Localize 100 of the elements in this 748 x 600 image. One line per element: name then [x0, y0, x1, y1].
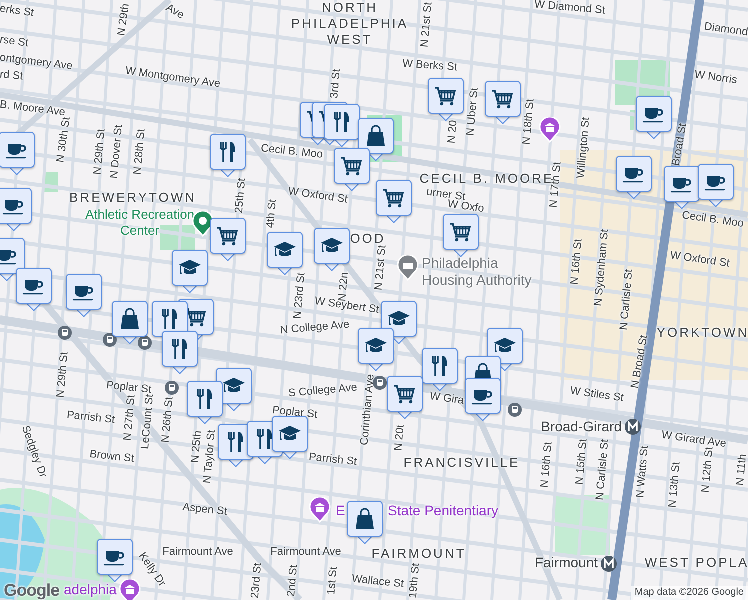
metro-icon[interactable]: [601, 556, 617, 572]
street-label: N 15th St: [572, 438, 591, 486]
street-label: 1st St: [324, 566, 341, 596]
museum-pin-icon[interactable]: [539, 117, 561, 143]
map-marker[interactable]: [66, 274, 102, 318]
building-pin-icon[interactable]: [397, 255, 419, 281]
map-marker[interactable]: [636, 96, 672, 140]
street-label: Parrish St: [308, 450, 358, 470]
tram-icon[interactable]: [508, 403, 522, 417]
map-marker[interactable]: [664, 166, 700, 210]
map-marker[interactable]: [210, 134, 246, 178]
map-marker[interactable]: [485, 81, 521, 125]
area-label: FRANCISVILLE: [404, 455, 520, 471]
street-label: LeCount St: [138, 394, 158, 450]
museum-pin-icon[interactable]: [309, 497, 331, 523]
map-marker[interactable]: [347, 501, 383, 545]
street-label: 2nd St: [284, 564, 302, 598]
area-label: WEST POPLA: [644, 555, 748, 571]
street-label: N 21st St: [372, 244, 390, 292]
street-label: N Carlisle St: [617, 268, 636, 332]
street-label: N Dover St: [107, 124, 126, 180]
street-label: Broad St: [669, 122, 690, 168]
street-label: 19th St: [406, 562, 424, 600]
street-label: N 29th: [114, 2, 133, 38]
street-label: N 12th St: [698, 446, 716, 494]
street-label: N 13th St: [666, 461, 684, 509]
street-label: N 16th St: [538, 441, 556, 489]
map-marker[interactable]: [387, 376, 423, 420]
shopping-cart-icon: [382, 186, 406, 210]
tram-icon[interactable]: [373, 376, 387, 390]
street-label: Cecil B. Moo: [260, 142, 324, 163]
tram-icon[interactable]: [103, 333, 117, 347]
street-label: Fairmount Ave: [162, 544, 234, 560]
map-marker[interactable]: [112, 301, 148, 345]
street-label: N 26th St: [158, 396, 177, 444]
map-marker[interactable]: [324, 104, 360, 148]
street-label: erks St: [0, 2, 36, 22]
station-label: Broad-Girard: [541, 418, 622, 436]
map-marker[interactable]: [97, 539, 133, 583]
shopping-cart-icon: [393, 382, 417, 406]
museum-pin-icon[interactable]: [119, 579, 141, 600]
street-label: Corinthian Ave: [358, 374, 378, 446]
shopping-cart-icon: [491, 87, 515, 111]
map-marker[interactable]: [422, 348, 458, 392]
map-marker[interactable]: [334, 148, 370, 192]
map-marker[interactable]: [698, 164, 734, 208]
map-marker[interactable]: [381, 301, 417, 345]
street-label: N 27th St: [120, 394, 139, 442]
map-attribution[interactable]: Map data ©2026 Google: [630, 586, 748, 600]
shopping-cart-icon: [216, 224, 240, 248]
street-label: N 11th: [733, 454, 748, 486]
map-marker[interactable]: [187, 381, 223, 425]
tram-icon[interactable]: [58, 326, 72, 340]
map-marker[interactable]: [376, 180, 412, 224]
map-marker[interactable]: [210, 218, 246, 262]
station-label: Fairmount: [534, 554, 598, 572]
map-marker[interactable]: [272, 416, 308, 460]
street-label: W Diamond St: [534, 0, 606, 19]
street-label: 4th St: [264, 198, 280, 230]
map-marker[interactable]: [428, 78, 464, 122]
street-label: N 29th St: [90, 128, 109, 176]
map-logo[interactable]: Google: [4, 578, 60, 600]
street-label: W Berks St: [402, 56, 458, 76]
map-marker[interactable]: [487, 328, 523, 372]
street-label: N 18th St: [520, 98, 538, 146]
street-label: 3rd St: [328, 68, 344, 100]
street-label: N College Ave: [280, 318, 350, 339]
map-marker[interactable]: [172, 250, 208, 294]
street-label: Willington St: [574, 116, 594, 180]
street-label: Diamond: [703, 20, 748, 41]
tram-icon[interactable]: [138, 336, 152, 350]
street-label: Cecil B. Moo: [680, 208, 746, 232]
street-label: S College Ave: [288, 380, 358, 402]
place-label: Philadelphia Housing Authority: [422, 255, 533, 289]
street-label: Aspen St: [182, 500, 228, 520]
map-marker[interactable]: [16, 268, 52, 312]
shopping-cart-icon: [434, 84, 458, 108]
place-label: State Penitentiary: [388, 502, 499, 520]
street-label: N 23rd St: [290, 272, 309, 320]
place-label: adelphia: [64, 580, 117, 600]
area-label: FAIRMOUNT: [372, 546, 466, 562]
street-label: N Uber St: [464, 87, 482, 137]
street-label: Parrish St: [66, 408, 116, 428]
street-label: W Oxford St: [287, 184, 349, 208]
street-label: Fairmount Ave: [270, 544, 342, 560]
map-marker[interactable]: [465, 378, 501, 422]
map-marker[interactable]: [358, 118, 394, 162]
map-marker[interactable]: [314, 228, 350, 272]
map-marker[interactable]: [443, 214, 479, 258]
map-marker[interactable]: [162, 331, 198, 375]
map-marker[interactable]: [0, 188, 32, 232]
place-label: Athletic Recreation Center: [84, 207, 196, 239]
street-label: Sedgley Dr: [18, 424, 50, 480]
street-label: W Norris: [694, 68, 738, 89]
shopping-cart-icon: [340, 154, 364, 178]
tram-icon[interactable]: [165, 381, 179, 395]
street-label: W Oxford St: [669, 248, 731, 272]
map-marker[interactable]: [358, 328, 394, 372]
map-marker[interactable]: [616, 156, 652, 200]
map-marker[interactable]: [0, 132, 35, 176]
